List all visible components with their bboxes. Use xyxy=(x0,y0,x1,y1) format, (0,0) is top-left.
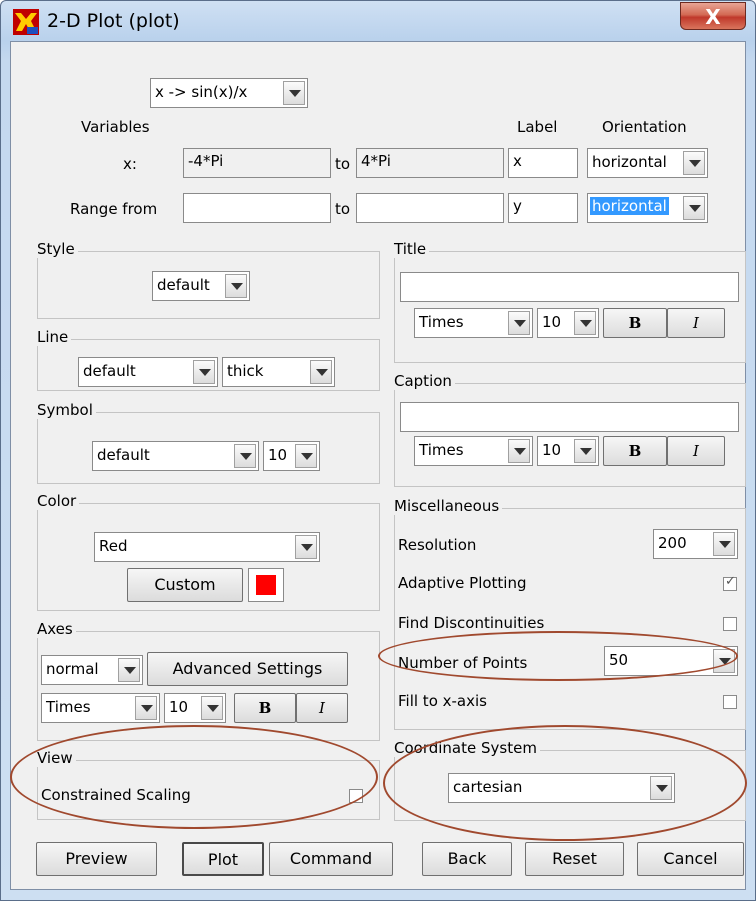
adaptive-plotting-checkbox[interactable]: ✓ xyxy=(723,574,737,591)
checkmark-icon: ✓ xyxy=(725,574,736,589)
axes-font-select[interactable]: Times xyxy=(41,693,160,723)
find-discontinuities-checkbox[interactable] xyxy=(723,617,737,631)
axes-italic-button[interactable]: I xyxy=(296,693,348,723)
reset-button[interactable]: Reset xyxy=(525,842,624,876)
cancel-button[interactable]: Cancel xyxy=(637,842,744,876)
line-width-select[interactable]: thick xyxy=(222,357,335,387)
color-swatch xyxy=(256,575,276,595)
chevron-down-icon[interactable] xyxy=(713,532,735,556)
x-variable-label: x: xyxy=(123,155,137,173)
caption-size-select[interactable]: 10 xyxy=(537,436,599,466)
color-select[interactable]: Red xyxy=(94,532,320,562)
adaptive-plotting-label: Adaptive Plotting xyxy=(398,574,527,592)
axes-size-select[interactable]: 10 xyxy=(164,693,226,723)
caption-font-select[interactable]: Times xyxy=(414,436,533,466)
fill-to-x-axis-label: Fill to x-axis xyxy=(398,692,487,710)
symbol-select[interactable]: default xyxy=(92,441,259,471)
chevron-down-icon[interactable] xyxy=(283,81,305,105)
chevron-down-icon[interactable] xyxy=(574,439,596,463)
axes-select[interactable]: normal xyxy=(41,655,143,685)
chevron-down-icon[interactable] xyxy=(201,696,223,720)
function-select[interactable]: x -> sin(x)/x xyxy=(150,78,308,108)
range-to-label: to xyxy=(335,200,351,218)
variables-label: Variables xyxy=(81,118,150,136)
chevron-down-icon[interactable] xyxy=(683,196,705,220)
orientation-header: Orientation xyxy=(602,118,687,136)
style-select[interactable]: default xyxy=(152,271,250,301)
chevron-down-icon[interactable] xyxy=(135,696,157,720)
chevron-down-icon[interactable] xyxy=(295,535,317,559)
line-style-select[interactable]: default xyxy=(78,357,218,387)
title-bold-button[interactable]: B xyxy=(603,308,667,338)
range-from-field[interactable] xyxy=(183,193,331,223)
find-discontinuities-label: Find Discontinuities xyxy=(398,614,545,632)
chevron-down-icon[interactable] xyxy=(295,444,317,468)
title-input[interactable] xyxy=(400,272,739,302)
color-group: Color Red Custom xyxy=(37,492,380,611)
miscellaneous-group: Miscellaneous Resolution 200 Adaptive Pl… xyxy=(394,497,746,730)
back-button[interactable]: Back xyxy=(422,842,512,876)
command-button[interactable]: Command xyxy=(269,842,393,876)
x-label-field[interactable]: x xyxy=(508,148,578,178)
chevron-down-icon[interactable] xyxy=(118,658,140,682)
axes-bold-button[interactable]: B xyxy=(234,693,296,723)
caption-group: Caption Times 10 B I xyxy=(394,372,746,487)
chevron-down-icon[interactable] xyxy=(234,444,256,468)
caption-bold-button[interactable]: B xyxy=(603,436,667,466)
x-orientation-select[interactable]: horizontal xyxy=(587,148,708,178)
chevron-down-icon[interactable] xyxy=(683,151,705,175)
annotation-ellipse-coordinate-system xyxy=(383,725,747,841)
style-group: Style default xyxy=(37,240,380,319)
x-to-label: to xyxy=(335,155,351,173)
range-to-field[interactable] xyxy=(356,193,504,223)
title-italic-button[interactable]: I xyxy=(667,308,725,338)
y-label-field[interactable]: y xyxy=(508,193,578,223)
caption-italic-button[interactable]: I xyxy=(667,436,725,466)
resolution-select[interactable]: 200 xyxy=(653,529,738,559)
close-button[interactable]: X xyxy=(680,2,746,30)
title-group: Title Times 10 B I xyxy=(394,240,746,363)
advanced-settings-button[interactable]: Advanced Settings xyxy=(147,652,348,686)
symbol-group: Symbol default 10 xyxy=(37,401,380,484)
label-header: Label xyxy=(517,118,558,136)
preview-button[interactable]: Preview xyxy=(36,842,157,876)
chevron-down-icon[interactable] xyxy=(193,360,215,384)
x-to-field[interactable]: 4*Pi xyxy=(356,148,504,178)
symbol-size-select[interactable]: 10 xyxy=(263,441,320,471)
x-from-field[interactable]: -4*Pi xyxy=(183,148,331,178)
annotation-ellipse-number-of-points xyxy=(378,631,738,681)
range-from-label: Range from xyxy=(70,200,158,218)
chevron-down-icon[interactable] xyxy=(225,274,247,298)
plot-button[interactable]: Plot xyxy=(182,842,264,876)
caption-input[interactable] xyxy=(400,402,739,432)
annotation-ellipse-view xyxy=(10,725,378,829)
app-icon xyxy=(13,9,39,35)
window-title: 2-D Plot (plot) xyxy=(47,10,180,32)
color-swatch-button[interactable] xyxy=(248,568,284,602)
title-size-select[interactable]: 10 xyxy=(537,308,599,338)
resolution-label: Resolution xyxy=(398,536,477,554)
line-group: Line default thick xyxy=(37,328,380,391)
chevron-down-icon[interactable] xyxy=(508,439,530,463)
chevron-down-icon[interactable] xyxy=(310,360,332,384)
fill-to-x-axis-checkbox[interactable] xyxy=(723,695,737,709)
y-orientation-select[interactable]: horizontal xyxy=(587,193,708,223)
title-font-select[interactable]: Times xyxy=(414,308,533,338)
title-bar[interactable]: 2-D Plot (plot) X xyxy=(1,1,755,41)
chevron-down-icon[interactable] xyxy=(508,311,530,335)
chevron-down-icon[interactable] xyxy=(574,311,596,335)
custom-color-button[interactable]: Custom xyxy=(127,568,243,602)
